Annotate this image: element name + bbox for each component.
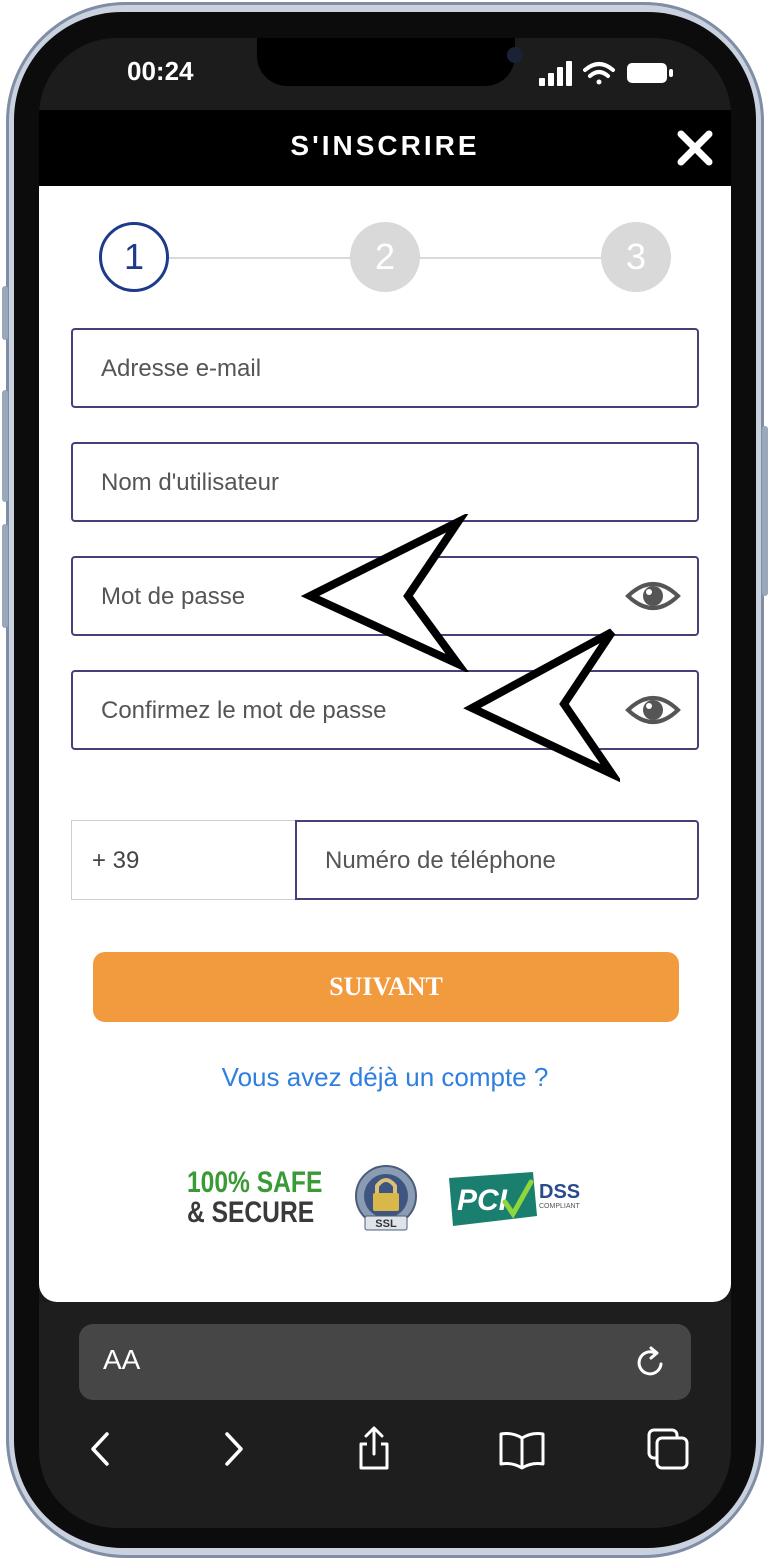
- ssl-label: SSL: [375, 1218, 397, 1230]
- annotation-arrow-icon: [463, 628, 620, 782]
- username-input[interactable]: [99, 444, 603, 522]
- battery-icon: [627, 63, 673, 83]
- next-button[interactable]: SUIVANT: [93, 952, 679, 1022]
- volume-down-button: [2, 524, 8, 628]
- email-field[interactable]: [71, 328, 699, 408]
- address-bar[interactable]: AA: [79, 1324, 691, 1400]
- security-badges: 100% SAFE & SECURE SSL PCI DSS COMPLIANT: [179, 1164, 599, 1234]
- eye-icon[interactable]: [625, 576, 681, 616]
- reload-icon[interactable]: [631, 1342, 671, 1382]
- step-3: 3: [601, 222, 671, 292]
- safe-badge-line1: 100% SAFE: [187, 1166, 323, 1199]
- browser-chrome: AA: [39, 1302, 731, 1528]
- back-icon[interactable]: [75, 1424, 125, 1474]
- status-bar: 00:24: [39, 38, 731, 110]
- status-icons: [539, 61, 673, 86]
- forward-icon[interactable]: [209, 1424, 259, 1474]
- pci-dss-icon: PCI DSS COMPLIANT: [449, 1172, 581, 1226]
- phone-field[interactable]: [295, 820, 699, 900]
- username-field[interactable]: [71, 442, 699, 522]
- volume-up-button: [2, 390, 8, 502]
- step-1: 1: [99, 222, 169, 292]
- step-2: 2: [350, 222, 420, 292]
- signal-icon: [539, 61, 572, 86]
- pci-label: PCI: [457, 1184, 508, 1217]
- annotation-arrow-icon: [300, 514, 469, 672]
- status-time: 00:24: [127, 56, 194, 86]
- phone-input[interactable]: [323, 822, 687, 900]
- email-input[interactable]: [99, 330, 603, 408]
- bookmarks-icon[interactable]: [497, 1424, 547, 1474]
- power-button: [762, 426, 768, 596]
- country-code-select[interactable]: + 39: [71, 820, 295, 900]
- compliant-label: COMPLIANT: [539, 1203, 581, 1210]
- login-link[interactable]: Vous avez déjà un compte ?: [39, 1062, 731, 1093]
- tabs-icon[interactable]: [643, 1424, 693, 1474]
- app-header: S'INSCRIRE: [39, 110, 731, 186]
- mute-switch: [2, 286, 8, 340]
- reader-aa-button[interactable]: AA: [103, 1344, 140, 1376]
- dss-label: DSS: [539, 1181, 580, 1203]
- safe-badge-line2: & SECURE: [187, 1196, 315, 1229]
- ssl-lock-icon: SSL: [355, 1165, 417, 1231]
- signup-form: 1 2 3 + 39: [39, 186, 731, 1302]
- share-icon[interactable]: [349, 1424, 399, 1474]
- safe-secure-badge: 100% SAFE & SECURE: [187, 1168, 322, 1228]
- progress-stepper: 1 2 3: [99, 222, 671, 294]
- browser-toolbar: [39, 1424, 731, 1484]
- notch: [257, 38, 523, 86]
- phone-row: + 39: [71, 820, 699, 900]
- page-title: S'INSCRIRE: [290, 130, 480, 161]
- wifi-icon: [583, 62, 615, 85]
- close-icon[interactable]: [675, 128, 715, 168]
- eye-icon[interactable]: [625, 690, 681, 730]
- phone-screen: 00:24 S'INSCRIRE 1 2 3 Adresse e-mail No…: [39, 38, 731, 1528]
- camera-icon: [507, 47, 523, 63]
